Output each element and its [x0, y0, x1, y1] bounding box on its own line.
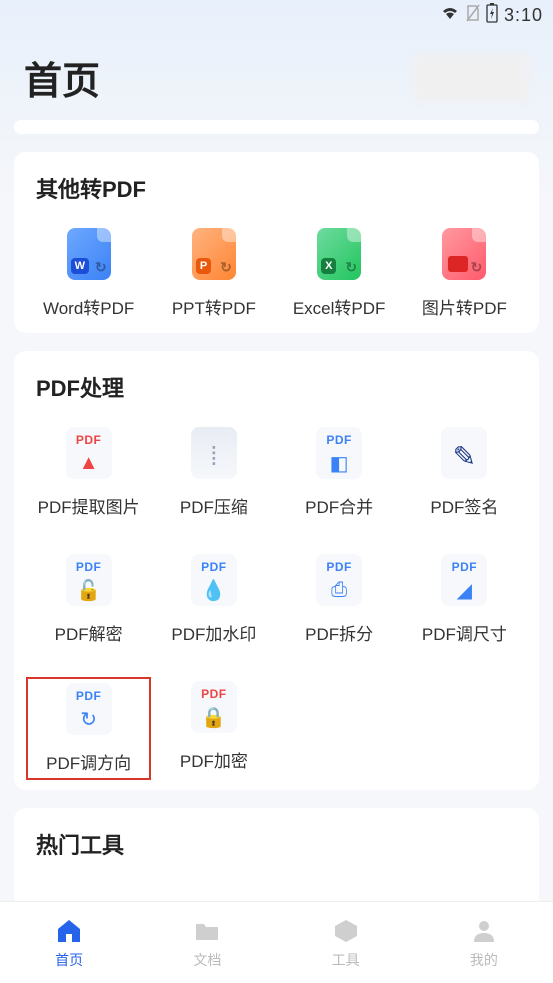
- section-title: PDF处理: [26, 371, 527, 403]
- tool-pdf-watermark[interactable]: PDF💧 PDF加水印: [151, 550, 276, 649]
- tool-pdf-encrypt[interactable]: PDF🔒 PDF加密: [151, 677, 276, 780]
- tool-label: Excel转PDF: [293, 294, 386, 319]
- battery-charging-icon: [486, 3, 498, 28]
- wifi-icon: [440, 5, 460, 26]
- tool-pdf-compress[interactable]: ⁞ PDF压缩: [151, 423, 276, 522]
- section-pdf-process: PDF处理 PDF▲ PDF提取图片 ⁞ PDF压缩 PDF◧ PDF合并 ✎ …: [14, 351, 539, 790]
- ppt-file-icon: P↻: [188, 228, 240, 280]
- section-convert-to-pdf: 其他转PDF W↻ Word转PDF P↻ PPT转PDF X↻ Excel转P…: [14, 152, 539, 333]
- pdf-sign-icon: ✎: [441, 427, 487, 479]
- tool-word-to-pdf[interactable]: W↻ Word转PDF: [26, 224, 151, 323]
- page-title: 首页: [24, 50, 100, 105]
- main-scroll[interactable]: 其他转PDF W↻ Word转PDF P↻ PPT转PDF X↻ Excel转P…: [0, 120, 553, 950]
- pdf-compress-icon: ⁞: [191, 427, 237, 479]
- status-time: 3:10: [504, 5, 543, 26]
- pdf-decrypt-icon: PDF🔓: [66, 554, 112, 606]
- tool-image-to-pdf[interactable]: ↻ 图片转PDF: [402, 224, 527, 323]
- tool-excel-to-pdf[interactable]: X↻ Excel转PDF: [277, 224, 402, 323]
- tool-label: PPT转PDF: [172, 294, 256, 319]
- pdf-extract-image-icon: PDF▲: [66, 427, 112, 479]
- tool-label: PDF签名: [430, 493, 498, 518]
- nav-label: 首页: [55, 950, 83, 970]
- tool-label: Word转PDF: [43, 294, 134, 319]
- tool-label: PDF解密: [55, 620, 123, 645]
- home-icon: [54, 916, 84, 946]
- nav-home[interactable]: 首页: [0, 902, 138, 983]
- nav-tools[interactable]: 工具: [277, 902, 415, 983]
- tool-label: PDF调尺寸: [422, 620, 507, 645]
- word-file-icon: W↻: [63, 228, 115, 280]
- image-file-icon: ↻: [438, 228, 490, 280]
- tool-pdf-extract-image[interactable]: PDF▲ PDF提取图片: [26, 423, 151, 522]
- nav-label: 文档: [193, 950, 221, 970]
- previous-card-stub: [14, 120, 539, 134]
- tool-label: PDF加密: [180, 747, 248, 772]
- section-hot-tools: 热门工具: [14, 808, 539, 910]
- header-banner[interactable]: [414, 54, 529, 102]
- tool-label: PDF调方向: [46, 749, 131, 774]
- person-icon: [469, 916, 499, 946]
- pdf-resize-icon: PDF◢: [441, 554, 487, 606]
- pdf-split-icon: PDF⎙: [316, 554, 362, 606]
- folder-icon: [192, 916, 222, 946]
- box-icon: [331, 916, 361, 946]
- nav-label: 工具: [332, 950, 360, 970]
- tool-pdf-rotate[interactable]: PDF↻ PDF调方向: [26, 677, 151, 780]
- excel-file-icon: X↻: [313, 228, 365, 280]
- pdf-encrypt-icon: PDF🔒: [191, 681, 237, 733]
- tool-label: PDF拆分: [305, 620, 373, 645]
- tool-label: PDF提取图片: [38, 493, 140, 518]
- section-title: 热门工具: [26, 828, 527, 860]
- no-sim-icon: [466, 4, 480, 27]
- tool-label: 图片转PDF: [422, 294, 507, 319]
- tool-pdf-sign[interactable]: ✎ PDF签名: [402, 423, 527, 522]
- pdf-rotate-icon: PDF↻: [66, 683, 112, 735]
- tool-pdf-merge[interactable]: PDF◧ PDF合并: [277, 423, 402, 522]
- tool-label: PDF加水印: [171, 620, 256, 645]
- tool-ppt-to-pdf[interactable]: P↻ PPT转PDF: [151, 224, 276, 323]
- tool-pdf-decrypt[interactable]: PDF🔓 PDF解密: [26, 550, 151, 649]
- page-header: 首页: [0, 30, 553, 120]
- tool-pdf-split[interactable]: PDF⎙ PDF拆分: [277, 550, 402, 649]
- tool-label: PDF压缩: [180, 493, 248, 518]
- pdf-merge-icon: PDF◧: [316, 427, 362, 479]
- nav-mine[interactable]: 我的: [415, 902, 553, 983]
- bottom-nav: 首页 文档 工具 我的: [0, 901, 553, 983]
- nav-label: 我的: [470, 950, 498, 970]
- status-bar: 3:10: [0, 0, 553, 30]
- tool-pdf-resize[interactable]: PDF◢ PDF调尺寸: [402, 550, 527, 649]
- tool-label: PDF合并: [305, 493, 373, 518]
- pdf-watermark-icon: PDF💧: [191, 554, 237, 606]
- section-title: 其他转PDF: [26, 172, 527, 204]
- nav-documents[interactable]: 文档: [138, 902, 276, 983]
